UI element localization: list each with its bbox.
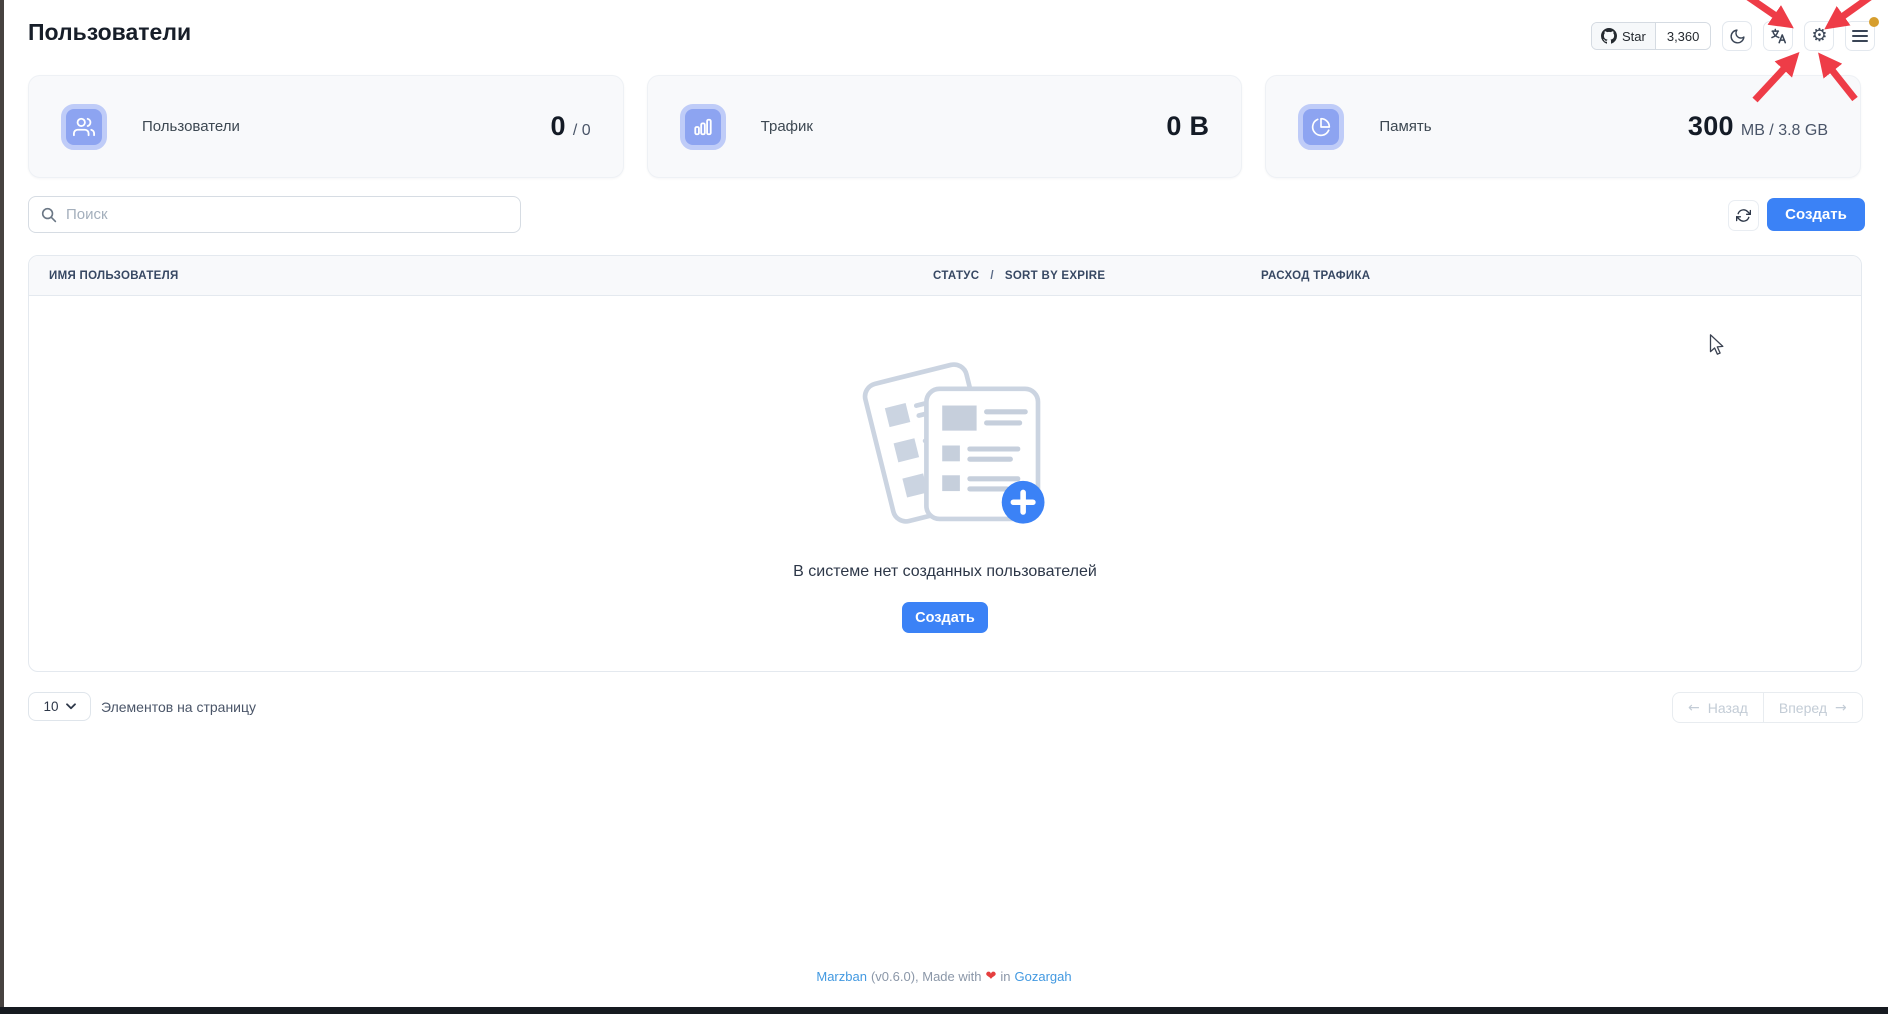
documents-illustration [841, 346, 1049, 537]
dark-mode-button[interactable] [1722, 21, 1752, 51]
stat-value: 0 B [1166, 111, 1209, 142]
stat-value: 300 MB / 3.8 GB [1688, 111, 1828, 142]
column-header-sort-by-expire[interactable]: SORT BY EXPIRE [1005, 270, 1105, 282]
stat-value: 0 / 0 [551, 111, 591, 142]
gozargah-link[interactable]: Gozargah [1015, 969, 1072, 984]
window-left-border [0, 0, 4, 1014]
search-box [28, 196, 521, 233]
stat-card-traffic: Трафик 0 B [647, 75, 1243, 178]
chevron-down-icon [66, 703, 76, 710]
table-empty-state: В системе нет созданных пользователей Со… [29, 296, 1861, 672]
translate-icon [1769, 27, 1787, 45]
bar-chart-icon [680, 104, 726, 150]
stats-row: Пользователи 0 / 0 Трафик 0 B Память 300… [28, 75, 1861, 178]
stat-value-suffix: / 0 [573, 122, 591, 140]
gear-icon: ⚙ [1811, 27, 1827, 45]
notification-dot [1869, 17, 1879, 27]
menu-button[interactable] [1845, 21, 1875, 51]
arrow-right-icon: → [1835, 700, 1847, 716]
settings-button[interactable]: ⚙ [1804, 21, 1834, 51]
stat-card-memory: Память 300 MB / 3.8 GB [1265, 75, 1861, 178]
marzban-link[interactable]: Marzban [816, 969, 867, 984]
stat-value-number: 300 [1688, 111, 1734, 142]
stat-label: Пользователи [142, 118, 240, 135]
per-page-value: 10 [43, 699, 58, 714]
column-header-status[interactable]: СТАТУС [933, 270, 979, 282]
column-header-separator: / [990, 270, 994, 282]
github-star-button[interactable]: Star [1592, 23, 1656, 49]
users-icon [61, 104, 107, 150]
hamburger-icon [1852, 29, 1868, 43]
next-page-button[interactable]: Вперед → [1764, 693, 1862, 722]
per-page-label: Элементов на страницу [101, 699, 256, 715]
language-button[interactable] [1763, 21, 1793, 51]
empty-state-create-button[interactable]: Создать [902, 602, 988, 633]
table-header-row: ИМЯ ПОЛЬЗОВАТЕЛЯ СТАТУС / SORT BY EXPIRE… [29, 256, 1861, 296]
github-icon [1601, 28, 1617, 44]
users-table: ИМЯ ПОЛЬЗОВАТЕЛЯ СТАТУС / SORT BY EXPIRE… [28, 255, 1862, 672]
stat-value-number: 0 B [1166, 111, 1209, 142]
search-input[interactable] [66, 206, 508, 223]
stat-card-users: Пользователи 0 / 0 [28, 75, 624, 178]
header-controls: Star 3,360 ⚙ [1591, 21, 1875, 51]
window-bottom-border [0, 1007, 1888, 1014]
stat-label: Трафик [761, 118, 813, 135]
stat-label: Память [1379, 118, 1431, 135]
github-star-count[interactable]: 3,360 [1656, 23, 1711, 49]
stat-value-number: 0 [551, 111, 566, 142]
column-header-username[interactable]: ИМЯ ПОЛЬЗОВАТЕЛЯ [29, 270, 933, 282]
column-header-status-group: СТАТУС / SORT BY EXPIRE [933, 270, 1261, 282]
footer-version-text: (v0.6.0), Made with [871, 969, 982, 984]
next-page-label: Вперед [1779, 700, 1827, 716]
footer: Marzban (v0.6.0), Made with ❤ in Gozarga… [0, 969, 1888, 984]
footer-in-text: in [1000, 969, 1010, 984]
per-page-select[interactable]: 10 [28, 692, 91, 721]
github-star-label: Star [1622, 29, 1646, 44]
pagination-buttons: ← Назад Вперед → [1672, 692, 1863, 723]
refresh-icon [1736, 208, 1751, 223]
previous-page-label: Назад [1708, 700, 1748, 716]
arrow-left-icon: ← [1688, 700, 1700, 716]
plus-circle-icon [1002, 481, 1045, 524]
heart-icon: ❤ [986, 969, 997, 984]
previous-page-button[interactable]: ← Назад [1673, 693, 1764, 722]
empty-state-message: В системе нет созданных пользователей [793, 563, 1097, 581]
stat-value-suffix: MB / 3.8 GB [1741, 122, 1828, 140]
create-user-button[interactable]: Создать [1767, 198, 1865, 231]
search-icon [41, 207, 57, 223]
github-star-widget: Star 3,360 [1591, 22, 1711, 50]
page-title: Пользователи [28, 19, 191, 46]
refresh-button[interactable] [1728, 200, 1759, 231]
moon-icon [1729, 28, 1746, 45]
pie-chart-icon [1298, 104, 1344, 150]
column-header-traffic-usage[interactable]: РАСХОД ТРАФИКА [1261, 270, 1861, 282]
